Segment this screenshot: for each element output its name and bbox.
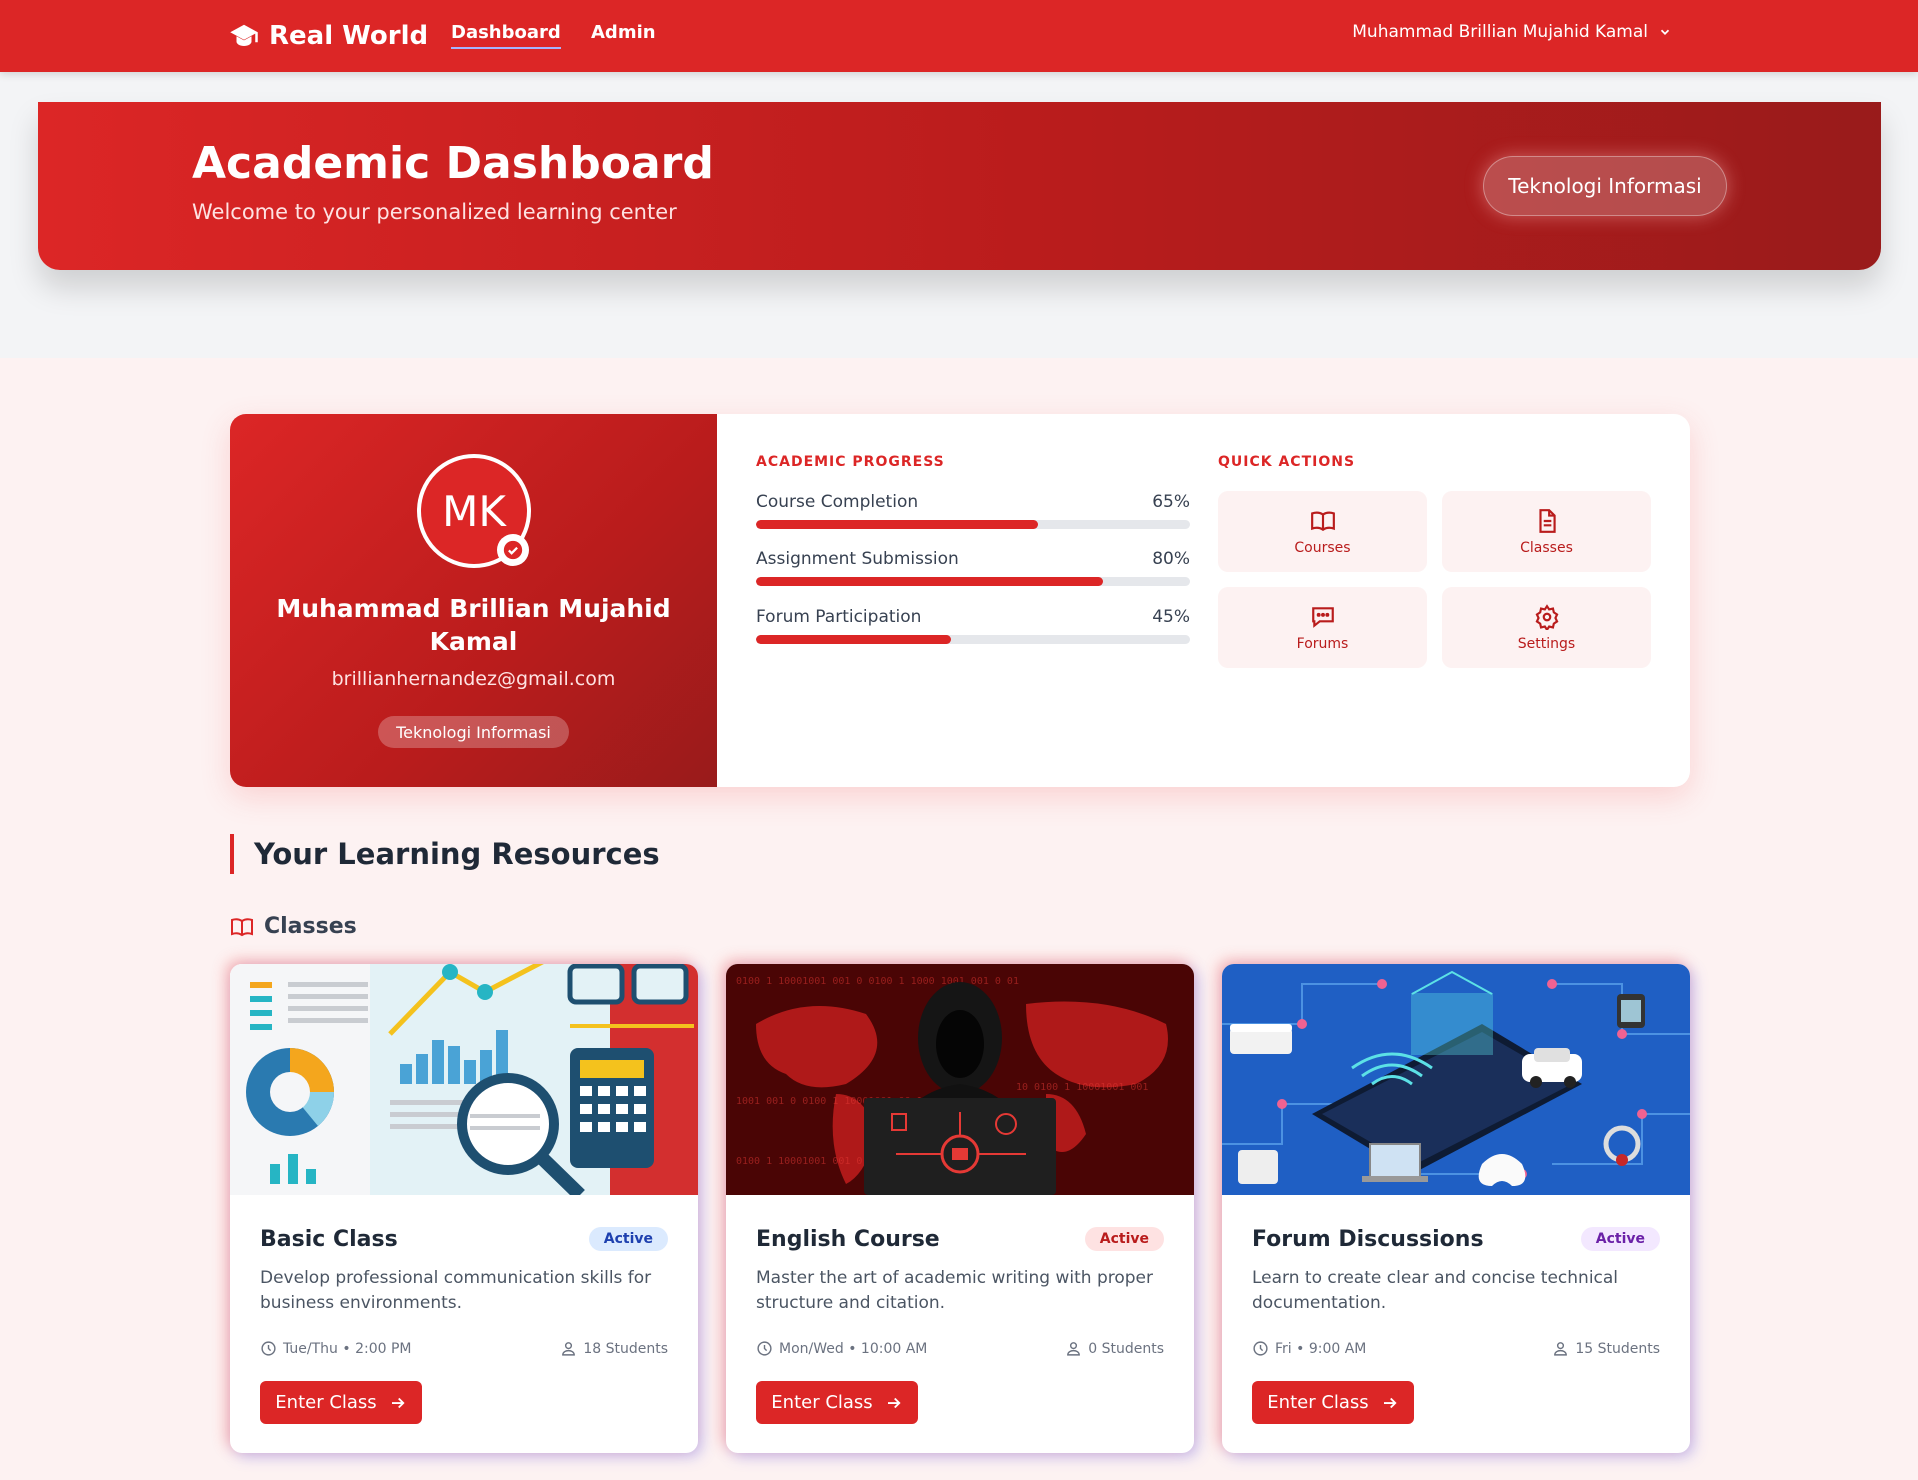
user-icon (1067, 1342, 1081, 1356)
progress-fill (756, 635, 952, 644)
class-schedule-text: Fri • 9:00 AM (1275, 1340, 1367, 1357)
progress-fill (756, 520, 1039, 529)
quick-action-courses[interactable]: Courses (1218, 491, 1427, 572)
enter-class-button[interactable]: Enter Class (1252, 1381, 1414, 1424)
top-navbar: Real World Dashboard Admin Muhammad Bril… (0, 0, 1918, 72)
chevron-down-icon (1660, 29, 1670, 35)
nav-link-dashboard[interactable]: Dashboard (451, 22, 561, 49)
status-badge: Active (1084, 1227, 1164, 1251)
svg-text:0100 1 10001001 001 0 0100 1 1: 0100 1 10001001 001 0 0100 1 1000 1001 0… (736, 976, 1019, 987)
progress-value: 45% (1152, 607, 1190, 627)
progress-label: Forum Participation (756, 607, 922, 627)
graduation-cap-icon (230, 24, 258, 46)
classes-heading: Classes (230, 914, 357, 939)
class-schedule: Mon/Wed • 10:00 AM (756, 1340, 927, 1357)
quick-action-label: Classes (1520, 539, 1573, 556)
enter-class-label: Enter Class (275, 1392, 377, 1413)
class-students: 0 Students (1065, 1340, 1164, 1357)
verified-icon (497, 534, 529, 566)
user-icon (1554, 1342, 1568, 1356)
user-menu[interactable]: Muhammad Brillian Mujahid Kamal (1352, 22, 1672, 42)
class-image-analytics (230, 964, 698, 1195)
quick-action-label: Forums (1296, 635, 1349, 652)
class-students: 18 Students (560, 1340, 668, 1357)
classes-heading-label: Classes (264, 914, 357, 939)
clock-icon (757, 1341, 772, 1356)
progress-label: Assignment Submission (756, 549, 959, 569)
class-card-basic[interactable]: Basic Class Active Develop professional … (230, 964, 698, 1453)
class-schedule-text: Mon/Wed • 10:00 AM (779, 1340, 928, 1357)
quick-action-settings[interactable]: Settings (1442, 587, 1651, 668)
arrow-right-icon (887, 1397, 901, 1408)
class-image-hacker: 0100 1 10001001 001 0 0100 1 1000 1001 0… (726, 964, 1194, 1195)
gear-icon (1535, 603, 1558, 630)
status-badge: Active (1580, 1227, 1660, 1251)
class-schedule-text: Tue/Thu • 2:00 PM (283, 1340, 412, 1357)
class-description: Develop professional communication skill… (260, 1268, 652, 1313)
clock-icon (1253, 1341, 1268, 1356)
enter-class-label: Enter Class (771, 1392, 873, 1413)
progress-course-completion: Course Completion 65% (756, 492, 1190, 529)
book-open-icon (231, 917, 253, 936)
arrow-right-icon (391, 1397, 405, 1408)
clock-icon (261, 1341, 276, 1356)
page-subtitle: Welcome to your personalized learning ce… (192, 200, 677, 224)
brand-logo[interactable]: Real World (229, 18, 428, 54)
status-badge: Active (588, 1227, 668, 1251)
class-schedule: Tue/Thu • 2:00 PM (260, 1340, 412, 1357)
quick-action-label: Courses (1294, 539, 1351, 556)
user-menu-name: Muhammad Brillian Mujahid Kamal (1352, 22, 1648, 42)
quick-action-label: Settings (1517, 635, 1576, 652)
quick-actions-heading: QUICK ACTIONS (1218, 454, 1356, 470)
section-title: Your Learning Resources (230, 834, 660, 874)
class-students-text: 15 Students (1575, 1340, 1660, 1357)
class-title: Forum Discussions (1252, 1227, 1484, 1252)
class-students-text: 18 Students (583, 1340, 668, 1357)
department-badge: Teknologi Informasi (1483, 156, 1727, 216)
class-description: Learn to create clear and concise techni… (1252, 1268, 1619, 1313)
progress-forum-participation: Forum Participation 45% (756, 607, 1190, 644)
progress-label: Course Completion (756, 492, 919, 512)
class-image-iot (1222, 964, 1690, 1195)
profile-name: Muhammad Brillian Mujahid Kamal (276, 594, 671, 656)
enter-class-button[interactable]: Enter Class (756, 1381, 918, 1424)
chat-icon (1311, 606, 1334, 628)
academic-progress-heading: ACADEMIC PROGRESS (756, 454, 945, 470)
profile-department-badge: Teknologi Informasi (378, 716, 569, 748)
avatar-initials: MK (442, 486, 506, 536)
document-icon (1538, 508, 1556, 533)
nav-link-admin[interactable]: Admin (591, 22, 656, 47)
progress-value: 80% (1152, 549, 1190, 569)
quick-action-classes[interactable]: Classes (1442, 491, 1651, 572)
progress-track (756, 577, 1190, 586)
enter-class-button[interactable]: Enter Class (260, 1381, 422, 1424)
profile-card: MK Muhammad Brillian Mujahid Kamal brill… (230, 414, 1690, 787)
progress-track (756, 635, 1190, 644)
class-students-text: 0 Students (1088, 1340, 1164, 1357)
progress-value: 65% (1152, 492, 1190, 512)
class-title: English Course (756, 1227, 940, 1252)
progress-assignment-submission: Assignment Submission 80% (756, 549, 1190, 586)
book-open-icon (1310, 511, 1335, 531)
arrow-right-icon (1383, 1397, 1397, 1408)
enter-class-label: Enter Class (1267, 1392, 1369, 1413)
class-schedule: Fri • 9:00 AM (1252, 1340, 1366, 1357)
quick-action-forums[interactable]: Forums (1218, 587, 1427, 668)
progress-track (756, 520, 1190, 529)
class-description: Master the art of academic writing with … (756, 1268, 1153, 1313)
brand-name: Real World (269, 21, 429, 51)
class-title: Basic Class (260, 1227, 398, 1252)
svg-text:10 0100 1 10001001 001: 10 0100 1 10001001 001 (1016, 1082, 1148, 1093)
hero-banner: Academic Dashboard Welcome to your perso… (38, 102, 1881, 270)
class-card-forum[interactable]: Forum Discussions Active Learn to create… (1222, 964, 1690, 1453)
profile-email: brillianhernandez@gmail.com (331, 668, 616, 690)
user-icon (562, 1342, 576, 1356)
class-students: 15 Students (1552, 1340, 1660, 1357)
class-card-english[interactable]: 0100 1 10001001 001 0 0100 1 1000 1001 0… (726, 964, 1194, 1453)
progress-fill (756, 577, 1104, 586)
profile-panel: MK Muhammad Brillian Mujahid Kamal brill… (230, 414, 717, 787)
page-title: Academic Dashboard (192, 138, 714, 189)
